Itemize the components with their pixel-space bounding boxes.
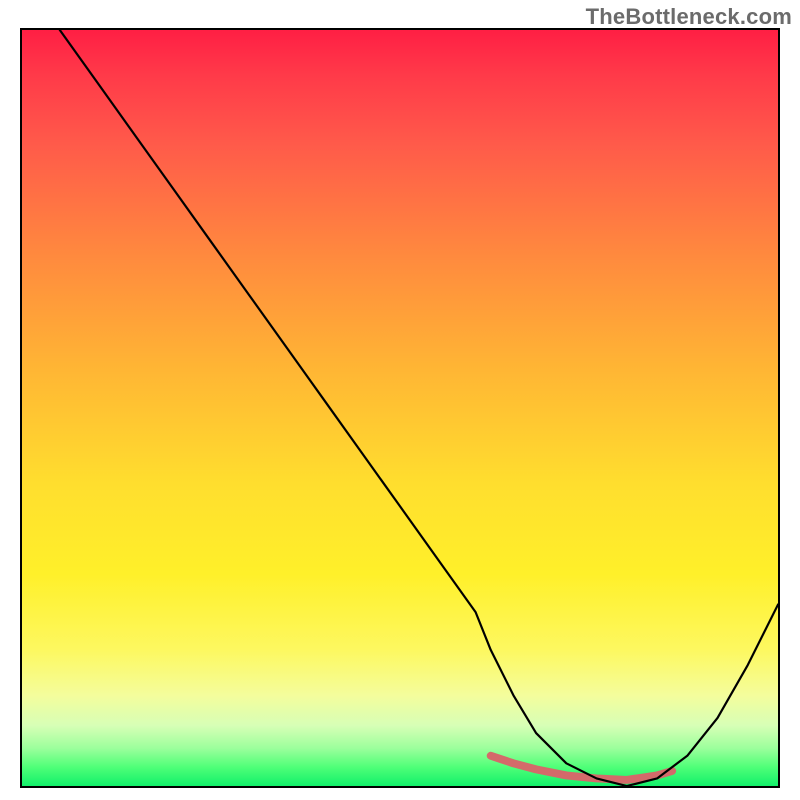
plot-area <box>20 28 780 788</box>
optimal-highlight-series <box>491 756 672 780</box>
bottleneck-curve-series <box>60 30 778 786</box>
chart-container: TheBottleneck.com <box>0 0 800 800</box>
watermark-label: TheBottleneck.com <box>586 4 792 30</box>
chart-svg <box>22 30 778 786</box>
